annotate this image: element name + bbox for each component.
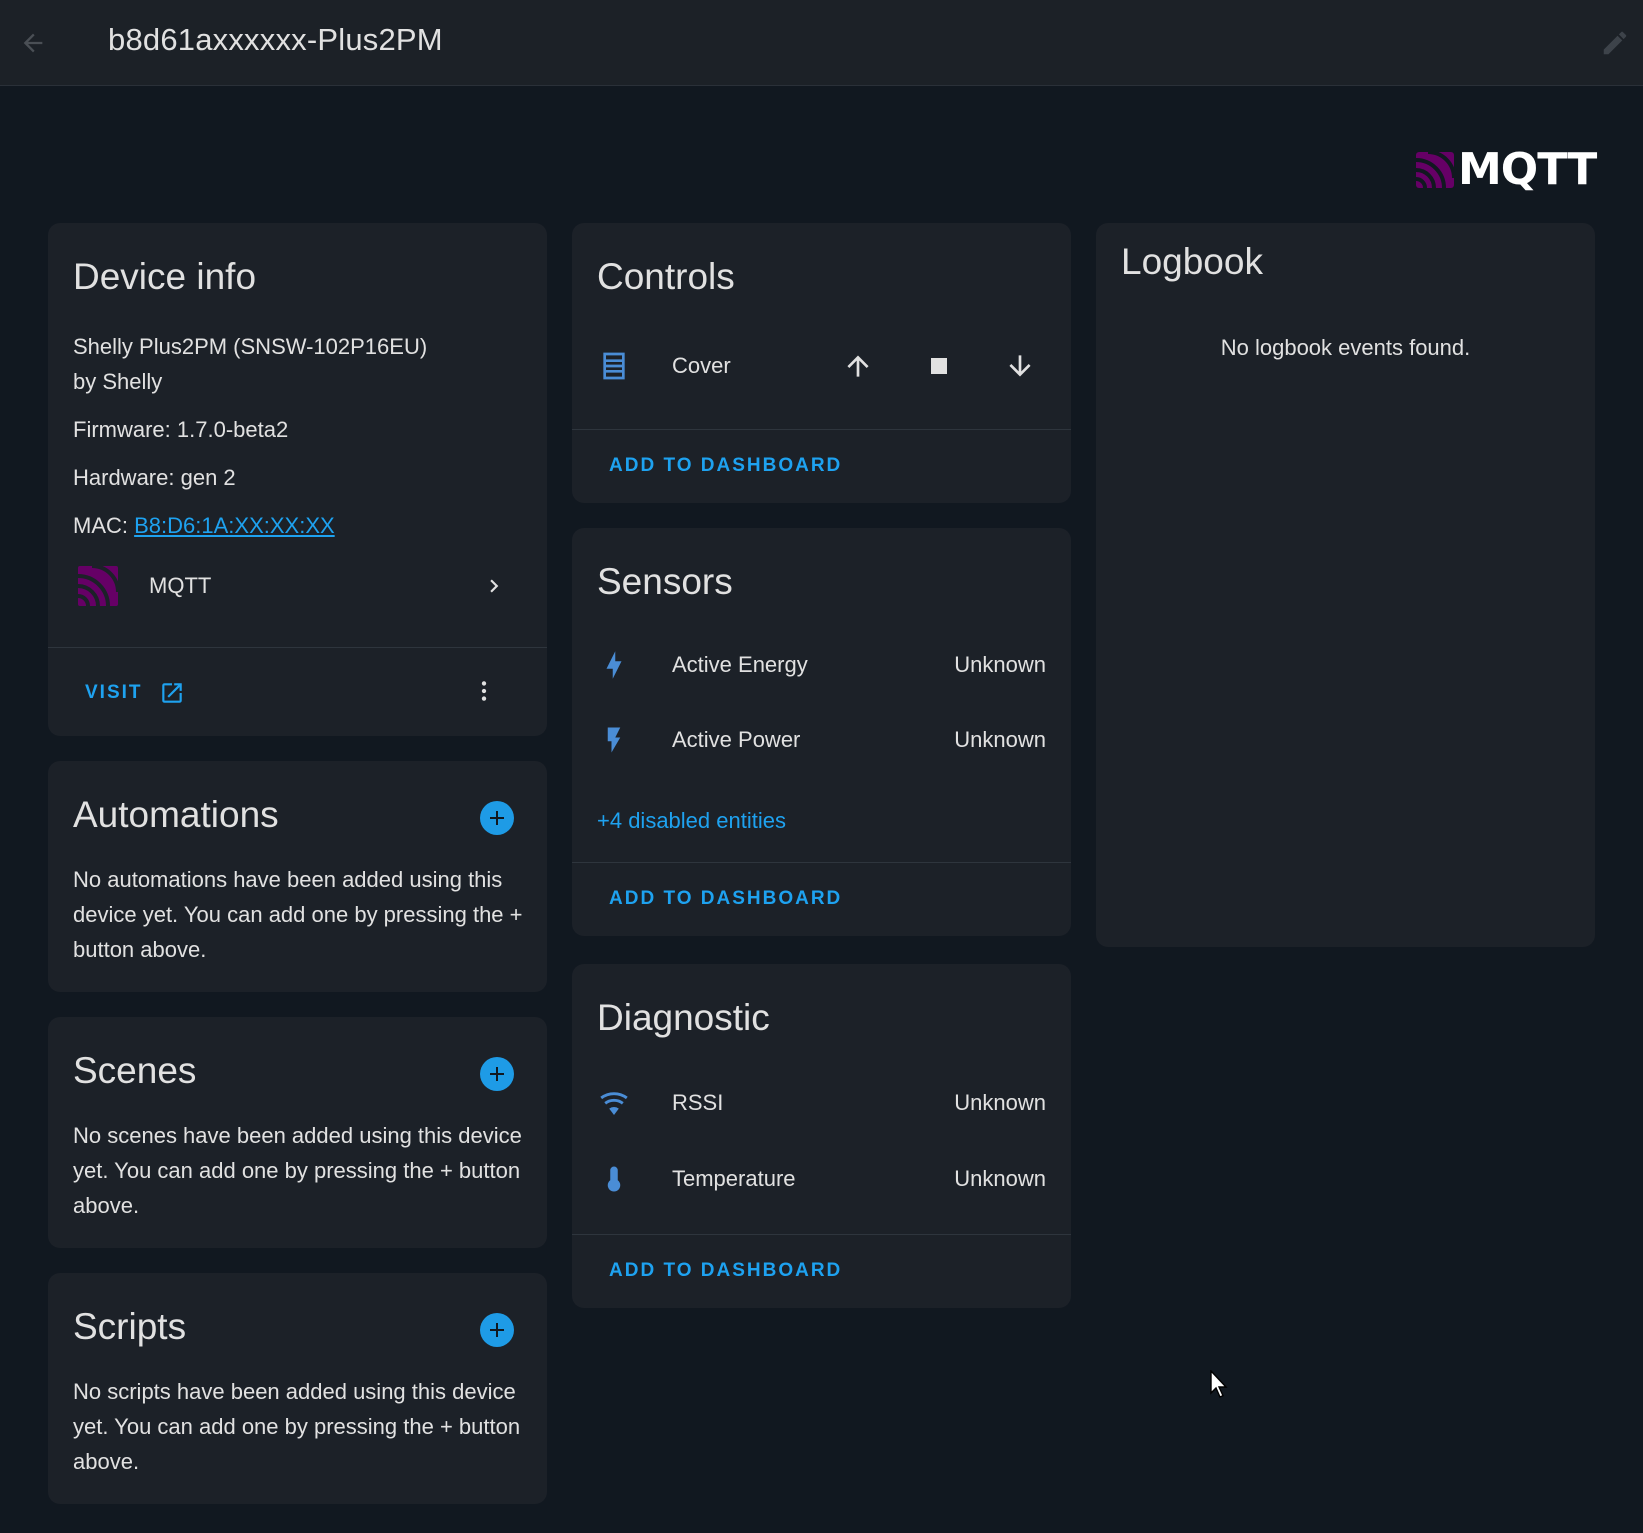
card-title: Diagnostic	[597, 997, 770, 1038]
dots-vertical-icon	[481, 681, 487, 701]
arrow-up-icon	[847, 355, 869, 377]
entity-name: Active Energy	[672, 652, 808, 677]
back-button[interactable]	[14, 24, 52, 62]
entity-state: Unknown	[954, 652, 1046, 677]
visit-label: VISIT	[85, 682, 143, 703]
scripts-card: Scripts No scripts have been added using…	[48, 1273, 547, 1504]
logbook-empty-text: No logbook events found.	[1220, 335, 1471, 360]
mouse-cursor-icon	[1210, 1370, 1228, 1398]
card-divider	[572, 862, 1071, 863]
plus-icon	[490, 1067, 504, 1081]
cover-close-button[interactable]	[998, 344, 1042, 388]
cover-open-button[interactable]	[836, 344, 880, 388]
card-title: Automations	[73, 794, 279, 835]
card-title: Scripts	[73, 1306, 187, 1347]
add-automation-button[interactable]	[480, 801, 514, 835]
arrow-left-icon	[23, 33, 43, 53]
plus-icon	[490, 1323, 504, 1337]
flash-icon	[597, 723, 631, 757]
plus-icon	[490, 811, 504, 825]
device-info-card: Device info Shelly Plus2PM (SNSW-102P16E…	[48, 223, 547, 736]
add-to-dashboard-button[interactable]: ADD TO DASHBOARD	[609, 455, 842, 477]
device-firmware: Firmware: 1.7.0-beta2	[73, 417, 289, 442]
card-title: Logbook	[1121, 241, 1263, 282]
chevron-right-icon	[490, 579, 499, 593]
integration-brand-logo: MQTT	[1416, 144, 1597, 195]
device-mac: MAC: B8:D6:1A:XX:XX:XX	[73, 508, 335, 543]
entity-row-temperature[interactable]: Temperature Unknown	[572, 1150, 1071, 1208]
entity-name: Active Power	[672, 727, 801, 752]
entity-row-rssi[interactable]: RSSI Unknown	[572, 1074, 1071, 1132]
device-model: Shelly Plus2PM (SNSW-102P16EU)	[73, 334, 428, 359]
mqtt-integration-icon	[78, 566, 118, 606]
sensors-card: Sensors Active Energy Unknown Active Pow…	[572, 528, 1071, 936]
more-options-button[interactable]	[462, 669, 506, 713]
entity-name: Cover	[672, 353, 731, 378]
page-title: b8d61axxxxxx-Plus2PM	[108, 22, 443, 57]
add-to-dashboard-button[interactable]: ADD TO DASHBOARD	[609, 888, 842, 910]
entity-state: Unknown	[954, 727, 1046, 752]
card-divider	[572, 1234, 1071, 1235]
integration-row[interactable]: MQTT	[48, 557, 547, 615]
automations-card: Automations No automations have been add…	[48, 761, 547, 992]
entity-state: Unknown	[954, 1090, 1046, 1115]
stop-icon	[931, 358, 947, 374]
wifi-icon	[597, 1086, 631, 1120]
visit-button[interactable]: VISIT	[85, 680, 185, 706]
entity-name: RSSI	[672, 1090, 724, 1115]
disabled-entities-link[interactable]: +4 disabled entities	[597, 808, 786, 834]
card-title: Device info	[73, 256, 257, 297]
automations-empty-text: No automations have been added using thi…	[73, 867, 523, 962]
add-to-dashboard-button[interactable]: ADD TO DASHBOARD	[609, 1260, 842, 1282]
card-title: Controls	[597, 256, 735, 297]
add-script-button[interactable]	[480, 1313, 514, 1347]
card-divider	[48, 647, 547, 648]
device-hardware: Hardware: gen 2	[73, 465, 236, 490]
mqtt-logo-icon	[1416, 152, 1454, 188]
mac-label: MAC:	[73, 513, 135, 538]
thermometer-icon	[597, 1162, 631, 1196]
diagnostic-card: Diagnostic RSSI Unknown Temperature Unkn…	[572, 964, 1071, 1308]
entity-row-cover[interactable]: Cover	[572, 337, 1071, 395]
mac-link[interactable]: B8:D6:1A:XX:XX:XX	[134, 513, 335, 538]
entity-state: Unknown	[954, 1166, 1046, 1191]
window-shutter-icon	[597, 349, 631, 383]
arrow-down-icon	[1009, 355, 1031, 377]
card-title: Scenes	[73, 1050, 197, 1091]
cover-stop-button[interactable]	[917, 344, 961, 388]
scenes-empty-text: No scenes have been added using this dev…	[73, 1123, 522, 1218]
controls-card: Controls Cover ADD TO DASHBOARD	[572, 223, 1071, 503]
scenes-card: Scenes No scenes have been added using t…	[48, 1017, 547, 1248]
integration-name: MQTT	[149, 573, 212, 598]
entity-row-active-energy[interactable]: Active Energy Unknown	[572, 636, 1071, 694]
pencil-icon	[1603, 31, 1627, 55]
card-title: Sensors	[597, 561, 733, 602]
device-manufacturer: by Shelly	[73, 369, 163, 394]
lightning-bolt-icon	[597, 648, 631, 682]
scripts-empty-text: No scripts have been added using this de…	[73, 1379, 521, 1474]
entity-row-active-power[interactable]: Active Power Unknown	[572, 711, 1071, 769]
brand-name: MQTT	[1458, 144, 1597, 195]
entity-name: Temperature	[672, 1166, 796, 1191]
add-scene-button[interactable]	[480, 1057, 514, 1091]
logbook-card: Logbook No logbook events found.	[1096, 223, 1595, 947]
card-divider	[572, 429, 1071, 430]
edit-button[interactable]	[1596, 24, 1634, 62]
open-in-new-icon	[161, 683, 182, 703]
top-app-bar: b8d61axxxxxx-Plus2PM	[0, 0, 1643, 86]
